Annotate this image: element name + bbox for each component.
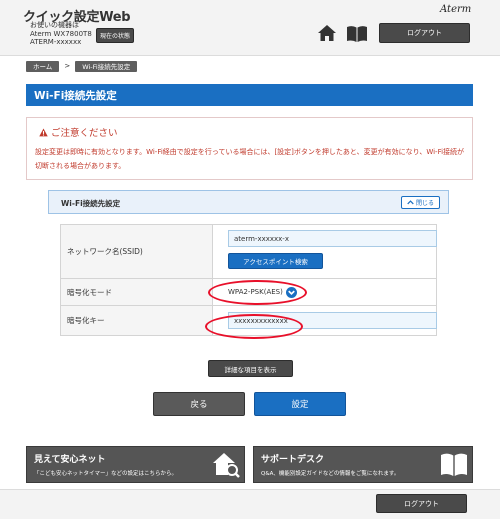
set-button[interactable]: 設定 <box>254 392 346 416</box>
caution-text: 設定変更は即時に有効となります。Wi-Fi経由で設定を行っている場合には、[設定… <box>35 148 465 170</box>
warning-icon <box>39 127 48 136</box>
banner-left-title: 見えて安心ネット <box>34 455 106 465</box>
panel-title: Wi-Fi接続先設定 <box>61 199 121 208</box>
device-label: お使いの機器は <box>30 21 79 29</box>
support-desk-banner[interactable]: サポートデスク Q&A、機能別設定ガイドなどの情報をご覧になれます。 <box>253 446 473 483</box>
breadcrumb-home[interactable]: ホーム <box>26 60 60 72</box>
encryption-mode-value: WPA2-PSK(AES) <box>228 288 283 296</box>
page-title: Wi-Fi接続先設定 <box>26 84 473 106</box>
banner-left-desc: 「こども安心ネットタイマー」などの設定はこちらから。 <box>34 471 178 477</box>
book-icon <box>441 453 467 476</box>
header: クイック設定Web お使いの機器は Aterm WX7800T8 ATERM-x… <box>0 0 500 56</box>
encryption-mode-row: 暗号化モード WPA2-PSK(AES) <box>60 279 437 306</box>
current-status-button[interactable]: 現在の状態 <box>96 28 134 43</box>
encryption-key-label: 暗号化キー <box>61 306 213 335</box>
logout-button-top[interactable]: ログアウト <box>379 23 470 43</box>
ssid-input[interactable]: aterm-xxxxxx-x <box>228 230 437 247</box>
home-search-icon <box>213 453 240 478</box>
manual-book-icon[interactable] <box>346 25 368 43</box>
mieru-anshin-net-banner[interactable]: 見えて安心ネット 「こども安心ネットタイマー」などの設定はこちらから。 <box>26 446 245 483</box>
banner-right-desc: Q&A、機能別設定ガイドなどの情報をご覧になれます。 <box>261 471 400 477</box>
breadcrumb: ホーム > Wi-Fi接続先設定 <box>26 60 138 72</box>
collapse-button[interactable]: 閉じる <box>401 196 440 209</box>
encryption-key-row: 暗号化キー xxxxxxxxxxxxx <box>60 306 437 336</box>
chevron-up-icon <box>407 200 414 205</box>
encryption-key-input[interactable]: xxxxxxxxxxxxx <box>228 312 437 329</box>
device-info: お使いの機器は Aterm WX7800T8 ATERM-xxxxxx <box>30 21 92 47</box>
panel-header: Wi-Fi接続先設定 閉じる <box>48 190 449 214</box>
encryption-mode-label: 暗号化モード <box>61 279 213 305</box>
back-button[interactable]: 戻る <box>153 392 245 416</box>
collapse-label: 閉じる <box>415 200 434 207</box>
home-icon[interactable] <box>317 23 337 43</box>
caution-box: ご注意ください 設定変更は即時に有効となります。Wi-Fi経由で設定を行っている… <box>26 117 473 180</box>
breadcrumb-current: Wi-Fi接続先設定 <box>75 60 138 72</box>
device-model: Aterm WX7800T8 <box>30 29 92 38</box>
brand-logo: Aterm <box>440 4 472 15</box>
breadcrumb-separator: > <box>64 62 71 70</box>
access-point-search-button[interactable]: アクセスポイント検索 <box>228 253 323 269</box>
ssid-label: ネットワーク名(SSID) <box>61 225 213 278</box>
caution-heading: ご注意ください <box>39 125 118 139</box>
logout-button-bottom[interactable]: ログアウト <box>376 494 467 513</box>
ssid-row: ネットワーク名(SSID) aterm-xxxxxx-x アクセスポイント検索 <box>60 224 437 279</box>
encryption-mode-select[interactable]: WPA2-PSK(AES) <box>228 284 297 300</box>
caution-title: ご注意ください <box>51 128 118 139</box>
chevron-down-icon <box>285 286 297 298</box>
banner-right-title: サポートデスク <box>261 455 325 465</box>
device-name: ATERM-xxxxxx <box>30 38 82 46</box>
show-details-button[interactable]: 詳細な項目を表示 <box>208 360 293 377</box>
wifi-settings-panel: Wi-Fi接続先設定 閉じる ネットワーク名(SSID) aterm-xxxxx… <box>48 190 449 344</box>
